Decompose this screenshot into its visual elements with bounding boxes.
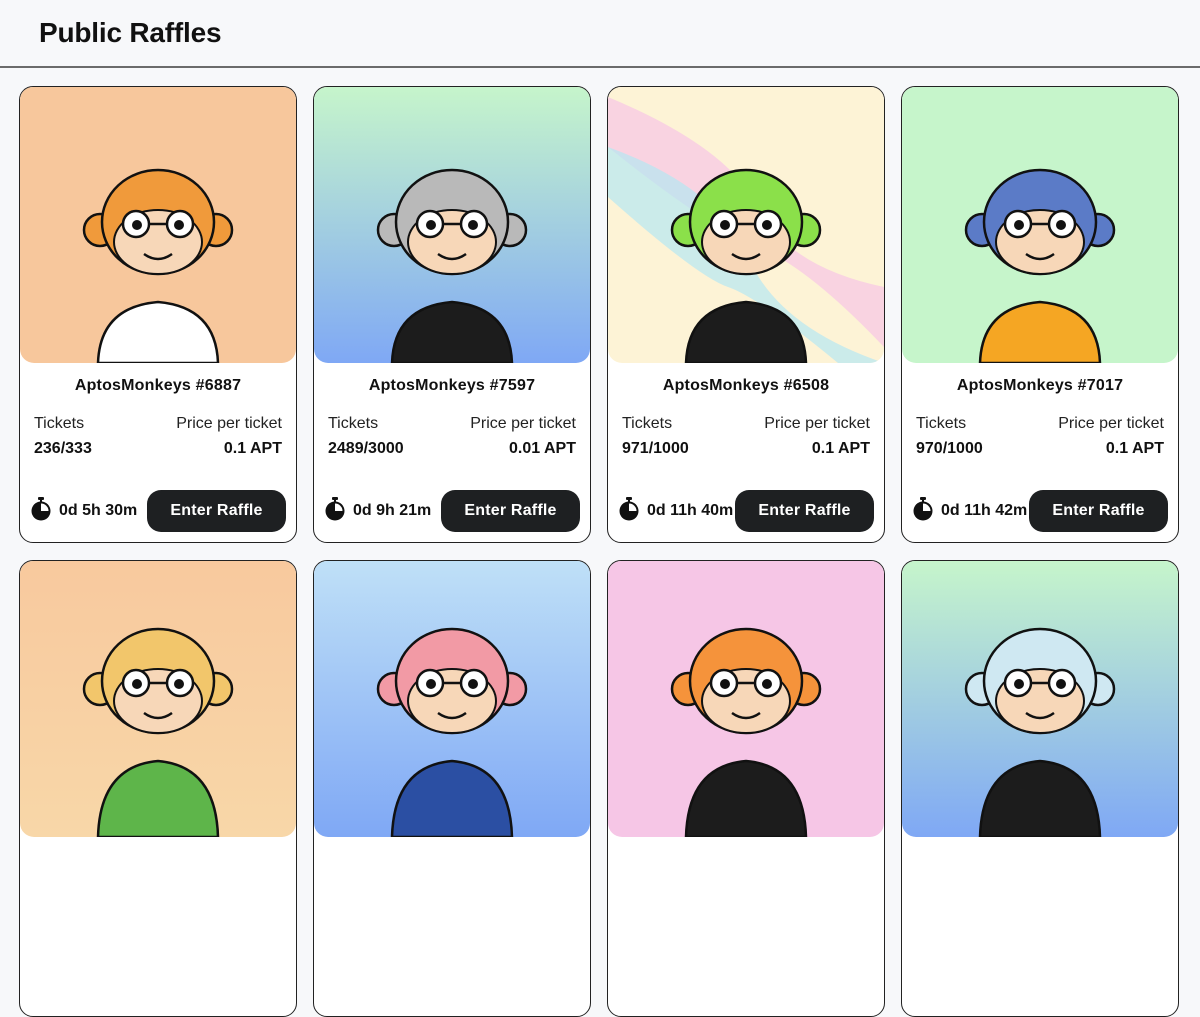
raffle-footer: 0d 11h 42m Enter Raffle (912, 490, 1168, 532)
countdown: 0d 11h 42m (912, 496, 1028, 526)
nft-name: AptosMonkeys #7017 (956, 377, 1124, 394)
nft-name: AptosMonkeys #6887 (74, 377, 242, 394)
raffle-card[interactable] (313, 560, 591, 1017)
page-title: Public Raffles (39, 17, 222, 48)
enter-raffle-button[interactable]: Enter Raffle (441, 490, 580, 532)
countdown-text: 0d 9h 21m (353, 502, 432, 519)
raffle-footer: 0d 11h 40m Enter Raffle (618, 490, 874, 532)
tickets-value: 2489/3000 (328, 440, 404, 457)
nft-image[interactable] (314, 561, 590, 837)
raffle-card[interactable]: AptosMonkeys #7597 Tickets 2489/3000 Pric… (313, 86, 591, 543)
raffle-stats: Tickets 2489/3000 Price per ticket 0.01 AP… (314, 415, 590, 458)
price-value: 0.1 APT (811, 440, 870, 457)
countdown: 0d 9h 21m (324, 496, 432, 526)
price-value: 0.1 APT (223, 440, 282, 457)
price-label: Price per ticket (470, 415, 576, 432)
price-value: 0.01 APT (509, 440, 576, 457)
raffle-card[interactable] (901, 560, 1179, 1017)
countdown-text: 0d 5h 30m (59, 502, 138, 519)
countdown-text: 0d 11h 42m (941, 502, 1028, 519)
stopwatch-icon (912, 496, 941, 526)
tickets-label: Tickets (34, 415, 85, 432)
countdown: 0d 11h 40m (618, 496, 734, 526)
countdown-text: 0d 11h 40m (647, 502, 734, 519)
nft-image[interactable] (902, 87, 1178, 363)
nft-image[interactable] (608, 561, 884, 837)
tickets-value: 970/1000 (916, 440, 983, 457)
tickets-value: 971/1000 (622, 440, 689, 457)
nft-image[interactable] (20, 561, 296, 837)
nft-name: AptosMonkeys #7597 (368, 377, 536, 394)
tickets-value: 236/333 (34, 440, 92, 457)
nft-image[interactable] (20, 87, 296, 363)
nft-image[interactable] (608, 87, 884, 363)
raffle-card[interactable]: AptosMonkeys #6508 Tickets 971/1000 Price… (607, 86, 885, 543)
price-label: Price per ticket (176, 415, 282, 432)
price-label: Price per ticket (1058, 415, 1164, 432)
enter-raffle-button[interactable]: Enter Raffle (1029, 490, 1168, 532)
countdown: 0d 5h 30m (30, 496, 138, 526)
raffle-grid: AptosMonkeys #6887 Tickets 236/333 Price … (19, 86, 1179, 1017)
price-value: 0.1 APT (1105, 440, 1164, 457)
nft-name: AptosMonkeys #6508 (662, 377, 830, 394)
raffle-stats: Tickets 236/333 Price per ticket 0.1 APT (20, 415, 296, 458)
raffle-card[interactable]: AptosMonkeys #7017 Tickets 970/1000 Price… (901, 86, 1179, 543)
raffle-footer: 0d 9h 21m Enter Raffle (324, 490, 580, 532)
nft-image[interactable] (902, 561, 1178, 837)
stopwatch-icon (618, 496, 647, 526)
raffle-stats: Tickets 971/1000 Price per ticket 0.1 APT (608, 415, 884, 458)
stopwatch-icon (30, 496, 59, 526)
raffle-footer: 0d 5h 30m Enter Raffle (30, 490, 286, 532)
raffle-card[interactable]: AptosMonkeys #6887 Tickets 236/333 Price … (19, 86, 297, 543)
page-header: Public Raffles (0, 0, 1200, 68)
price-label: Price per ticket (764, 415, 870, 432)
tickets-label: Tickets (622, 415, 673, 432)
enter-raffle-button[interactable]: Enter Raffle (735, 490, 874, 532)
tickets-label: Tickets (328, 415, 379, 432)
enter-raffle-button[interactable]: Enter Raffle (147, 490, 286, 532)
raffle-card[interactable] (607, 560, 885, 1017)
raffle-stats: Tickets 970/1000 Price per ticket 0.1 APT (902, 415, 1178, 458)
raffle-card[interactable] (19, 560, 297, 1017)
nft-image[interactable] (314, 87, 590, 363)
tickets-label: Tickets (916, 415, 967, 432)
stopwatch-icon (324, 496, 353, 526)
